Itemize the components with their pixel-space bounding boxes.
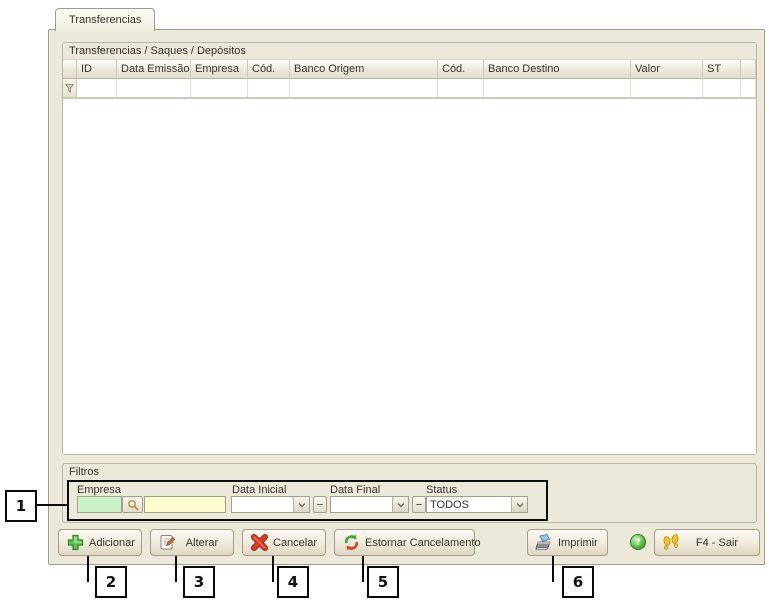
status-value: TODOS <box>427 499 511 511</box>
callout-1-line <box>37 504 67 506</box>
filter-cell-st[interactable] <box>703 79 741 97</box>
grid-header-row: ID Data Emissão Empresa Cód. Banco Orige… <box>63 59 756 79</box>
column-header-cod-destino[interactable]: Cód. <box>438 59 484 79</box>
data-final-clear-button[interactable]: − <box>412 496 426 513</box>
alterar-button[interactable]: Alterar <box>150 529 234 556</box>
filter-cell-banco-destino[interactable] <box>484 79 631 97</box>
column-header-valor[interactable]: Valor <box>631 59 703 79</box>
column-header-st[interactable]: ST <box>703 59 741 79</box>
filter-cell-valor[interactable] <box>631 79 703 97</box>
edit-note-icon <box>157 533 177 553</box>
callout-6: 6 <box>562 566 594 598</box>
minus-icon: − <box>317 499 323 511</box>
cancelar-label: Cancelar <box>269 537 321 549</box>
exit-footprints-icon <box>661 533 681 553</box>
adicionar-label: Adicionar <box>85 537 139 549</box>
filtros-groupbox: Filtros <box>62 463 757 523</box>
filter-funnel-icon <box>65 84 74 93</box>
data-inicial-label: Data Inicial <box>232 484 286 496</box>
filter-cell-cod-origem[interactable] <box>248 79 290 97</box>
filter-row-indicator <box>63 79 77 97</box>
column-header-cod-origem[interactable]: Cód. <box>248 59 290 79</box>
grid-empty-body[interactable] <box>63 99 756 454</box>
grid-filter-row <box>63 79 756 99</box>
status-label: Status <box>426 484 457 496</box>
sair-button[interactable]: F4 - Sair <box>654 529 760 556</box>
column-header-empresa[interactable]: Empresa <box>191 59 248 79</box>
column-header-banco-destino[interactable]: Banco Destino <box>484 59 631 79</box>
printer-icon <box>534 533 554 553</box>
chevron-down-icon <box>397 502 405 508</box>
column-header-banco-origem[interactable]: Banco Origem <box>290 59 438 79</box>
filter-cell-id[interactable] <box>77 79 117 97</box>
data-inicial-clear-button[interactable]: − <box>313 496 327 513</box>
estornar-label: Estornar Cancelamento <box>361 537 485 549</box>
data-inicial-input[interactable] <box>231 496 310 513</box>
cancelar-button[interactable]: Cancelar <box>242 529 326 556</box>
data-final-dropdown-button[interactable] <box>392 497 408 512</box>
callout-1: 1 <box>5 490 37 522</box>
filter-cell-banco-origem[interactable] <box>290 79 438 97</box>
tab-transferencias[interactable]: Transferencias <box>55 8 155 31</box>
filter-cell-cod-destino[interactable] <box>438 79 484 97</box>
data-inicial-dropdown-button[interactable] <box>293 497 309 512</box>
help-glyph: ? <box>635 537 641 548</box>
empresa-label: Empresa <box>77 484 121 496</box>
empresa-code-input[interactable] <box>77 496 122 513</box>
add-plus-icon <box>65 533 85 553</box>
data-final-input[interactable] <box>330 496 409 513</box>
red-x-icon <box>249 533 269 553</box>
callout-3-line <box>175 556 177 582</box>
empresa-search-button[interactable] <box>122 496 143 513</box>
column-header-filler <box>741 59 756 79</box>
data-final-label: Data Final <box>330 484 380 496</box>
grid-groupbox: Transferencias / Saques / Depósitos ID D… <box>62 42 757 455</box>
tab-label: Transferencias <box>69 14 141 26</box>
callout-3: 3 <box>183 566 215 598</box>
status-select[interactable]: TODOS <box>426 496 528 513</box>
help-icon[interactable]: ? <box>630 534 646 550</box>
minus-icon: − <box>416 499 422 511</box>
column-header-data-emissao[interactable]: Data Emissão <box>117 59 191 79</box>
status-dropdown-button[interactable] <box>511 497 527 512</box>
filter-cell-data-emissao[interactable] <box>117 79 191 97</box>
callout-6-line <box>552 556 554 582</box>
callout-4: 4 <box>277 566 309 598</box>
adicionar-button[interactable]: Adicionar <box>58 529 142 556</box>
estornar-cancelamento-button[interactable]: Estornar Cancelamento <box>334 529 475 556</box>
chevron-down-icon <box>516 502 524 508</box>
empresa-name-input[interactable] <box>144 496 226 513</box>
callout-2: 2 <box>95 566 127 598</box>
column-indicator <box>63 59 77 79</box>
callout-4-line <box>272 556 274 582</box>
callout-5-line <box>362 556 364 582</box>
alterar-label: Alterar <box>177 537 227 549</box>
circular-arrows-icon <box>341 533 361 553</box>
filter-cell-filler <box>741 79 756 97</box>
filtros-group-title: Filtros <box>63 464 756 479</box>
chevron-down-icon <box>298 502 306 508</box>
column-header-id[interactable]: ID <box>77 59 117 79</box>
imprimir-button[interactable]: Imprimir <box>527 529 608 556</box>
grid-group-title: Transferencias / Saques / Depósitos <box>63 43 756 59</box>
search-icon <box>127 499 139 511</box>
callout-5: 5 <box>367 566 399 598</box>
filter-cell-empresa[interactable] <box>191 79 248 97</box>
sair-label: F4 - Sair <box>681 537 753 549</box>
callout-2-line <box>87 556 89 582</box>
imprimir-label: Imprimir <box>554 537 602 549</box>
